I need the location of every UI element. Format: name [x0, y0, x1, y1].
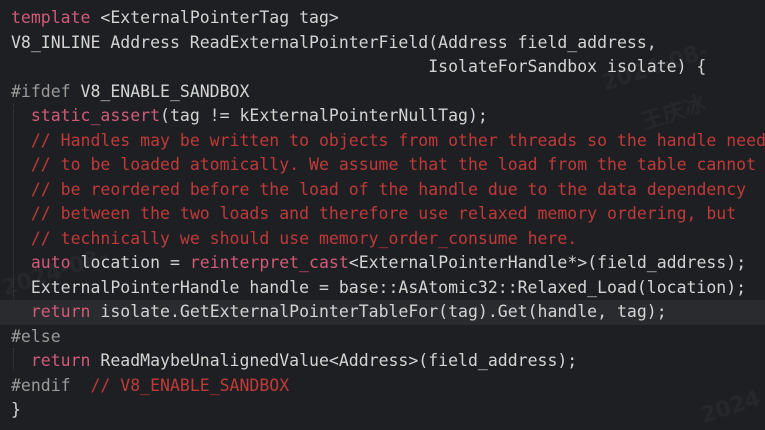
- keyword-token: return: [30, 302, 91, 321]
- code-line[interactable]: IsolateForSandbox isolate) {: [0, 55, 765, 80]
- code-content[interactable]: template <ExternalPointerTag tag> V8_INLI…: [0, 6, 765, 423]
- code-token: isolate.GetExternalPointerTableFor(tag).…: [90, 302, 667, 321]
- code-editor[interactable]: 2024-08- 王庆冰 2024-08- 2024 template <Ext…: [0, 0, 765, 430]
- comment-token: // V8_ENABLE_SANDBOX: [90, 375, 290, 395]
- keyword-token: static_assert: [30, 106, 161, 125]
- code-token: IsolateForSandbox isolate) {: [11, 57, 707, 76]
- comment-token: // be reordered before the load of the h…: [30, 179, 747, 199]
- keyword-token: auto: [30, 253, 71, 272]
- comment-token: // between the two loads and therefore u…: [30, 204, 737, 223]
- code-line[interactable]: // between the two loads and therefore u…: [0, 202, 765, 227]
- code-line[interactable]: // to be loaded atomically. We assume th…: [0, 153, 765, 178]
- preprocessor-token: #endif: [11, 375, 71, 395]
- code-token: ExternalPointerHandle handle = base::AsA…: [11, 277, 747, 297]
- comment-token: // technically we should use memory_orde…: [30, 228, 578, 248]
- code-line[interactable]: // technically we should use memory_orde…: [0, 227, 765, 252]
- code-line[interactable]: return ReadMaybeUnalignedValue<Address>(…: [0, 349, 765, 374]
- keyword-token: return: [30, 351, 91, 370]
- code-token: V8_ENABLE_SANDBOX: [70, 81, 250, 101]
- code-token: location =: [70, 253, 190, 272]
- code-line[interactable]: ExternalPointerHandle handle = base::AsA…: [0, 276, 765, 301]
- code-line[interactable]: auto location = reinterpret_cast<Externa…: [0, 251, 765, 276]
- code-line[interactable]: #else: [0, 325, 765, 350]
- code-token: V8_INLINE Address ReadExternalPointerFie…: [11, 32, 657, 52]
- code-token: (tag != kExternalPointerNullTag);: [160, 106, 488, 125]
- code-line[interactable]: template <ExternalPointerTag tag>: [0, 6, 765, 31]
- current-code-line[interactable]: return isolate.GetExternalPointerTableFo…: [0, 300, 765, 325]
- code-line[interactable]: static_assert(tag != kExternalPointerNul…: [0, 104, 765, 129]
- code-token: }: [11, 400, 21, 419]
- code-token: <ExternalPointerTag tag>: [90, 8, 339, 27]
- preprocessor-token: #else: [11, 326, 61, 346]
- comment-token: // Handles may be written to objects fro…: [30, 130, 765, 150]
- keyword-token: reinterpret_cast: [189, 253, 349, 272]
- code-line[interactable]: }: [0, 398, 765, 423]
- code-line[interactable]: #ifdef V8_ENABLE_SANDBOX: [0, 80, 765, 105]
- code-token: ReadMaybeUnalignedValue<Address>(field_a…: [90, 351, 578, 370]
- preprocessor-token: #ifdef: [11, 81, 71, 101]
- code-token: <ExternalPointerHandle*>(field_address);: [348, 253, 747, 272]
- code-line[interactable]: #endif // V8_ENABLE_SANDBOX: [0, 374, 765, 399]
- code-line[interactable]: V8_INLINE Address ReadExternalPointerFie…: [0, 31, 765, 56]
- keyword-token: template: [11, 8, 91, 27]
- code-line[interactable]: // be reordered before the load of the h…: [0, 178, 765, 203]
- code-line[interactable]: // Handles may be written to objects fro…: [0, 129, 765, 154]
- comment-token: // to be loaded atomically. We assume th…: [30, 155, 757, 174]
